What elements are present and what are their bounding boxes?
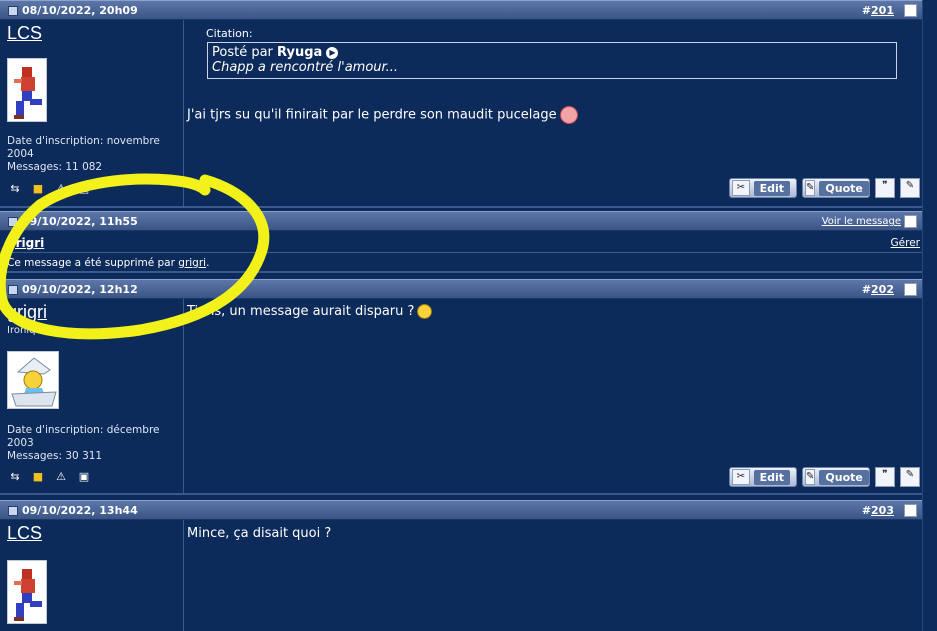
message-content: Citation: Posté par Ryuga ▶ Chapp a renc… bbox=[184, 20, 922, 206]
username-link[interactable]: LCS bbox=[7, 23, 42, 44]
select-post-checkbox[interactable] bbox=[904, 504, 917, 517]
thread: 08/10/2022, 20h09 #201 LCS Date d'inscri… bbox=[0, 0, 922, 631]
message-text: J'ai tjrs su qu'il finirait par le perdr… bbox=[187, 106, 578, 124]
select-post-checkbox[interactable] bbox=[904, 4, 917, 17]
deleted-by-link[interactable]: grigri bbox=[178, 257, 206, 269]
post-actions: ✂ Edit ✎ Quote ❞ ✎ bbox=[729, 177, 920, 199]
message-content: Tiens, un message aurait disparu ? ✂ Edit… bbox=[184, 299, 922, 493]
post-header: 08/10/2022, 20h09 #201 bbox=[0, 0, 922, 20]
quote-button[interactable]: ✎ Quote bbox=[802, 467, 870, 487]
post-body: grigri Ironique Date d'inscription: déce… bbox=[0, 299, 922, 495]
user-info: LCS bbox=[0, 520, 184, 631]
warn-card-icon[interactable]: ■ bbox=[30, 470, 46, 484]
multiquote-icon[interactable]: ❞ bbox=[875, 178, 895, 198]
manage-link[interactable]: Gérer bbox=[891, 237, 920, 249]
post-number-link[interactable]: 202 bbox=[871, 283, 894, 296]
scissors-icon: ✂ bbox=[732, 469, 750, 485]
user-title: Ironique bbox=[7, 325, 48, 336]
profile-icon[interactable]: ⇆ bbox=[7, 470, 23, 484]
post-number[interactable]: #202 bbox=[862, 283, 894, 296]
smile-icon bbox=[417, 304, 433, 319]
profile-icon[interactable]: ⇆ bbox=[7, 182, 23, 196]
quote-box: Posté par Ryuga ▶ Chapp a rencontré l'am… bbox=[207, 42, 897, 79]
scrollbar[interactable] bbox=[922, 0, 937, 631]
post-header: 09/10/2022, 12h12 #202 bbox=[0, 279, 922, 299]
pc-icon[interactable]: ▣ bbox=[76, 470, 92, 484]
post-icon bbox=[8, 285, 18, 295]
post-number[interactable]: #203 bbox=[862, 504, 894, 517]
view-message-link[interactable]: Voir le message bbox=[822, 216, 901, 227]
report-icon[interactable]: ⚠ bbox=[53, 182, 69, 196]
message-content: Mince, ça disait quoi ? bbox=[184, 520, 922, 631]
reply-icon[interactable]: ✎ bbox=[900, 467, 920, 487]
report-icon[interactable]: ⚠ bbox=[53, 470, 69, 484]
edit-button[interactable]: ✂ Edit bbox=[729, 178, 797, 198]
select-post-checkbox[interactable] bbox=[904, 215, 917, 228]
quote-button[interactable]: ✎ Quote bbox=[802, 178, 870, 198]
post-icon bbox=[8, 6, 18, 16]
user-icons: ⇆ ■ ⚠ ▣ bbox=[7, 470, 92, 486]
reply-icon[interactable]: ✎ bbox=[900, 178, 920, 198]
quote-author: Ryuga bbox=[277, 45, 323, 60]
pencil-icon: ✎ bbox=[805, 180, 816, 196]
user-icons: ⇆ ■ ⚠ ▣ bbox=[7, 182, 92, 198]
quote-author-line: Posté par Ryuga ▶ bbox=[212, 45, 892, 60]
post-body: LCS Date d'inscription: novembre 2004 Me… bbox=[0, 20, 922, 208]
scissors-icon: ✂ bbox=[732, 180, 750, 196]
avatar bbox=[7, 560, 47, 624]
username-link[interactable]: LCS bbox=[7, 523, 42, 544]
select-post-checkbox[interactable] bbox=[904, 283, 917, 296]
edit-button[interactable]: ✂ Edit bbox=[729, 467, 797, 487]
user-info: LCS Date d'inscription: novembre 2004 Me… bbox=[0, 20, 184, 206]
join-date: Date d'inscription: novembre 2004 bbox=[7, 135, 160, 160]
avatar bbox=[7, 351, 59, 409]
love-smiley-icon bbox=[559, 106, 578, 124]
quote: Citation: Posté par Ryuga ▶ Chapp a renc… bbox=[206, 27, 897, 79]
message-text: Tiens, un message aurait disparu ? bbox=[187, 304, 433, 319]
post-number-link[interactable]: 201 bbox=[871, 4, 894, 17]
post-number-link[interactable]: 203 bbox=[871, 504, 894, 517]
username-link[interactable]: grigri bbox=[7, 302, 47, 323]
deleted-note: Ce message a été supprimé par grigri. bbox=[7, 257, 210, 269]
deleted-post-user-row: grigri Gérer bbox=[0, 233, 922, 253]
post-header: 09/10/2022, 13h44 #203 bbox=[0, 500, 922, 520]
quote-label: Citation: bbox=[206, 27, 253, 40]
post-date: 08/10/2022, 20h09 bbox=[22, 4, 138, 17]
warn-card-icon[interactable]: ■ bbox=[30, 182, 46, 196]
user-info: grigri Ironique Date d'inscription: déce… bbox=[0, 299, 184, 493]
pencil-icon: ✎ bbox=[805, 469, 816, 485]
username-link[interactable]: grigri bbox=[7, 236, 44, 250]
post-number[interactable]: #201 bbox=[862, 4, 894, 17]
quote-text: Chapp a rencontré l'amour... bbox=[212, 60, 399, 75]
deleted-post-note-row: Ce message a été supprimé par grigri. bbox=[0, 253, 922, 273]
post-date: 09/10/2022, 13h44 bbox=[22, 504, 138, 517]
view-post-arrow-icon[interactable]: ▶ bbox=[326, 46, 339, 59]
post-icon bbox=[8, 506, 18, 516]
post-count: Messages: 30 311 bbox=[7, 450, 103, 462]
pc-icon[interactable]: ▣ bbox=[76, 182, 92, 196]
post-header: 09/10/2022, 11h55 Voir le message bbox=[0, 211, 922, 231]
avatar bbox=[7, 58, 47, 122]
multiquote-icon[interactable]: ❞ bbox=[875, 467, 895, 487]
post-date: 09/10/2022, 11h55 bbox=[22, 215, 138, 228]
post-date: 09/10/2022, 12h12 bbox=[22, 283, 138, 296]
post-actions: ✂ Edit ✎ Quote ❞ ✎ bbox=[729, 466, 920, 488]
post-icon bbox=[8, 217, 18, 227]
message-text: Mince, ça disait quoi ? bbox=[187, 526, 332, 541]
post-body: LCS Mince, ça disait quoi ? bbox=[0, 520, 922, 631]
post-count: Messages: 11 082 bbox=[7, 161, 103, 173]
join-date: Date d'inscription: décembre 2003 bbox=[7, 424, 160, 449]
